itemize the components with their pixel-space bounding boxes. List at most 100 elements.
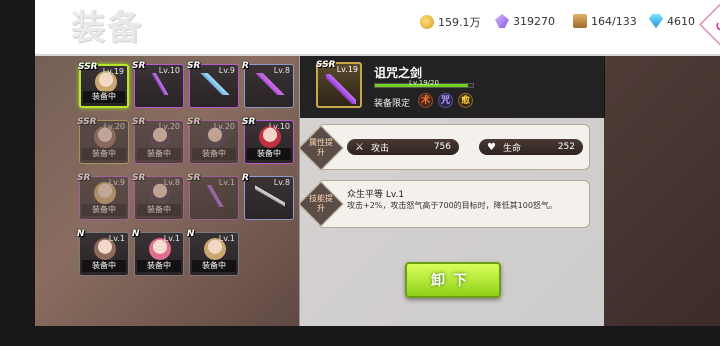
level-label: Lv.19	[336, 65, 358, 74]
left-edge	[0, 0, 35, 346]
attack-stat: ⚔ 攻击 756	[347, 139, 459, 155]
rarity-badge: R	[242, 173, 249, 183]
skill-box: 技能提升 众生平等 Lv.1 攻击+2%，攻击怒气高于700的目标时，降低其10…	[298, 180, 590, 228]
weapon-icon	[200, 73, 230, 95]
exp-text: Lv.19/20	[409, 79, 439, 87]
level-label: Lv.1	[218, 234, 235, 243]
equipment-slot[interactable]: SR Lv.20 装备中	[132, 117, 184, 164]
unequip-label: 卸下	[431, 273, 475, 289]
level-label: Lv.10	[268, 122, 290, 131]
level-label: Lv.8	[273, 66, 290, 75]
crystal-amount: 319270	[513, 14, 555, 28]
equipment-slot[interactable]: SR Lv.1	[187, 173, 239, 220]
page-title: 装备	[71, 8, 143, 48]
rarity-badge: SSR	[77, 117, 97, 127]
background-scene	[604, 56, 720, 326]
skill-title: 众生平等 Lv.1	[347, 190, 405, 200]
equipment-slot[interactable]: N Lv.1 装备中	[77, 229, 129, 276]
equipped-tag: 装备中	[82, 204, 126, 216]
crystal-resource[interactable]: 319270	[495, 14, 555, 28]
sword-icon	[326, 74, 356, 104]
equipped-tag: 装备中	[137, 260, 181, 272]
gold-resource[interactable]: 159.1万	[420, 14, 481, 30]
attribute-box: 属性提升 ⚔ 攻击 756 ♥ 生命 252	[298, 124, 590, 171]
diamond-amount: 4610	[667, 14, 695, 28]
rarity-badge: N	[77, 229, 85, 239]
equipment-slot[interactable]: R Lv.8	[242, 61, 294, 108]
attribute-tag: 属性提升	[298, 125, 344, 171]
top-bar: 装备 159.1万 319270 164/133 4610 ↺	[35, 0, 720, 56]
rarity-badge: SR	[132, 173, 146, 183]
unequip-button[interactable]: 卸下	[405, 262, 501, 298]
class-chip-magic: 术	[418, 93, 433, 108]
diamond-resource[interactable]: 4610	[649, 14, 695, 28]
back-arrow-icon: ↺	[714, 17, 720, 35]
level-label: Lv.8	[273, 178, 290, 187]
class-chips: 术 咒 愈	[418, 93, 473, 108]
equipment-slot[interactable]: SR Lv.9 装备中	[77, 173, 129, 220]
selected-equipment-icon[interactable]: SSR Lv.19	[316, 60, 362, 108]
rarity-badge: R	[242, 61, 249, 71]
rarity-badge: SR	[132, 117, 146, 127]
weapon-icon	[255, 185, 285, 207]
equipped-tag: 装备中	[83, 91, 125, 103]
equipment-slot[interactable]: SSR Lv.19 装备中	[78, 62, 129, 108]
attack-value: 756	[433, 142, 451, 152]
box-amount: 164/133	[591, 14, 637, 28]
treasure-box-icon	[573, 14, 587, 28]
weapon-icon	[255, 73, 285, 95]
hp-stat: ♥ 生命 252	[479, 139, 583, 155]
level-label: Lv.9	[108, 178, 125, 187]
equipment-slot[interactable]: N Lv.1 装备中	[187, 229, 239, 276]
weapon-icon	[145, 73, 175, 95]
weapon-icon	[200, 185, 230, 207]
heart-icon: ♥	[487, 141, 496, 153]
equipment-slot[interactable]: SR Lv.10 装备中	[242, 117, 294, 164]
equip-limit-label: 装备限定	[374, 99, 411, 109]
equipped-tag: 装备中	[192, 148, 236, 160]
equipment-slot[interactable]: N Lv.1 装备中	[132, 229, 184, 276]
box-resource[interactable]: 164/133	[573, 14, 637, 28]
equipment-slot[interactable]: SR Lv.10	[132, 61, 184, 108]
gold-amount: 159.1万	[438, 16, 481, 29]
rarity-badge: SR	[187, 173, 201, 183]
level-label: Lv.20	[103, 122, 125, 131]
equipment-slot[interactable]: SSR Lv.20 装备中	[77, 117, 129, 164]
rarity-badge: SSR	[316, 60, 336, 70]
equipped-tag: 装备中	[137, 204, 181, 216]
level-label: Lv.10	[158, 66, 180, 75]
level-label: Lv.1	[163, 234, 180, 243]
equipment-slot[interactable]: R Lv.8	[242, 173, 294, 220]
hp-label: 生命	[503, 143, 522, 154]
level-label: Lv.9	[218, 66, 235, 75]
equipment-slot[interactable]: SR Lv.8 装备中	[132, 173, 184, 220]
class-chip-curse: 咒	[438, 93, 453, 108]
skill-tag: 技能提升	[298, 181, 344, 227]
level-label: Lv.20	[158, 122, 180, 131]
rarity-badge: SR	[187, 61, 201, 71]
rarity-badge: SSR	[78, 62, 98, 72]
skill-description: 攻击+2%，攻击怒气高于700的目标时，降低其100怒气。	[347, 201, 557, 210]
level-label: Lv.1	[108, 234, 125, 243]
hp-value: 252	[557, 142, 575, 152]
equipment-detail-panel: SSR Lv.19 诅咒之剑 Lv.19/20 装备限定 术 咒 愈 属性提升 …	[298, 56, 605, 326]
equipped-tag: 装备中	[247, 148, 291, 160]
attack-label: 攻击	[371, 143, 390, 154]
rarity-badge: N	[187, 229, 195, 239]
equipped-tag: 装备中	[192, 260, 236, 272]
back-button[interactable]: ↺	[699, 4, 720, 48]
gold-coin-icon	[420, 15, 434, 29]
rarity-badge: N	[132, 229, 140, 239]
rarity-badge: SR	[187, 117, 201, 127]
level-label: Lv.20	[213, 122, 235, 131]
level-label: Lv.1	[218, 178, 235, 187]
level-label: Lv.19	[102, 67, 124, 76]
bottom-edge	[0, 326, 720, 346]
equipment-slot[interactable]: SR Lv.20 装备中	[187, 117, 239, 164]
detail-header: SSR Lv.19 诅咒之剑 Lv.19/20 装备限定 术 咒 愈	[300, 56, 605, 118]
level-label: Lv.8	[163, 178, 180, 187]
equipment-slot[interactable]: SR Lv.9	[187, 61, 239, 108]
class-chip-heal: 愈	[458, 93, 473, 108]
rarity-badge: SR	[242, 117, 256, 127]
rarity-badge: SR	[77, 173, 91, 183]
